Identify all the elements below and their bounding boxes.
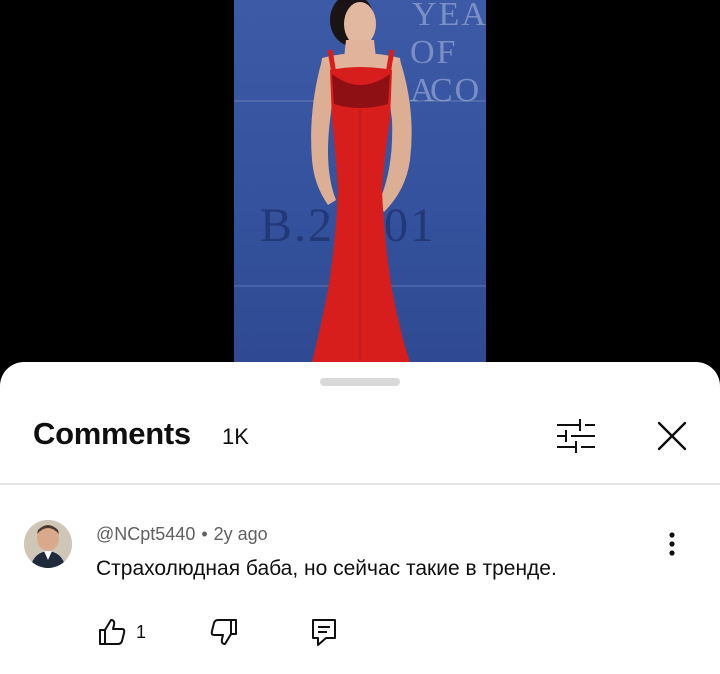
dislike-button[interactable] [208,612,240,652]
thumb-down-icon [210,619,237,645]
comment-meta: @NCpt5440 • 2y ago [96,524,268,545]
like-count: 1 [136,621,147,642]
thumb-up-icon [99,619,126,645]
like-button[interactable]: 1 [96,612,146,652]
filter-icon [557,419,595,453]
comments-title: Comments [33,416,191,451]
comments-header: Comments 1K [0,402,720,484]
comment-author[interactable]: @NCpt5440 [96,524,195,544]
comments-count: 1K [222,424,249,449]
comment-text: Страхолюдная баба, но сейчас такие в тре… [96,557,557,580]
meta-separator: • [201,524,208,544]
comments-sheet: Comments 1K @NCpt5440 • 2y ago Страхолюд… [0,362,720,674]
avatar[interactable] [24,520,72,568]
reply-button[interactable] [308,612,340,652]
close-button[interactable] [648,412,696,460]
person-in-red-dress [311,0,412,362]
video-frame[interactable]: YEA OF A CO B.2 01 [234,0,486,362]
avatar-image [24,520,72,568]
more-vert-icon [669,532,675,556]
more-options-button[interactable] [656,528,688,560]
comment-item: @NCpt5440 • 2y ago Страхолюдная баба, но с… [0,502,720,672]
close-icon [657,421,687,451]
drag-handle[interactable] [320,378,400,386]
comment-time: 2y ago [213,524,268,544]
header-divider [0,483,720,485]
video-player[interactable]: YEA OF A CO B.2 01 [0,0,720,380]
filter-button[interactable] [552,412,600,460]
reply-icon [312,619,336,646]
